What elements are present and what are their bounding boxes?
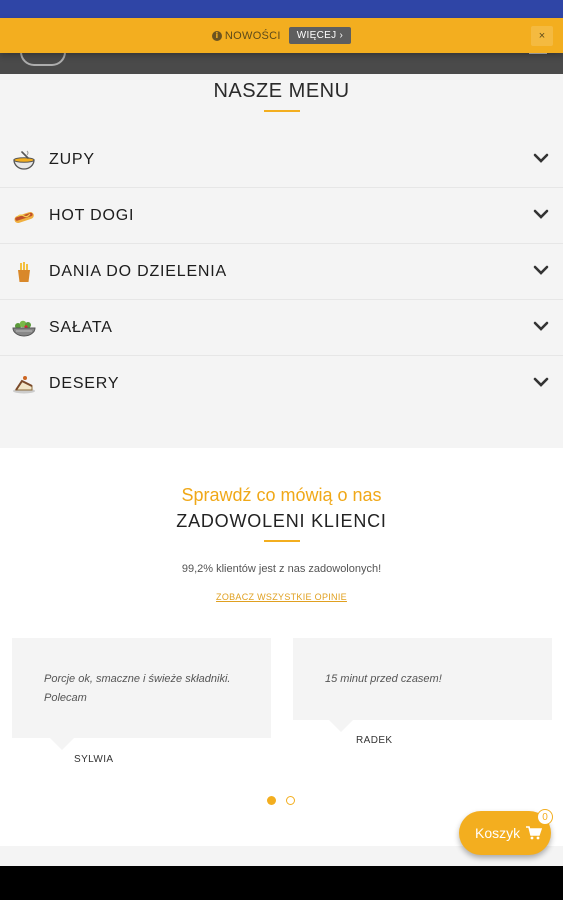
salad-bowl-icon bbox=[12, 320, 36, 336]
review-text: Porcje ok, smaczne i świeże składniki. P… bbox=[44, 673, 231, 704]
card-tail bbox=[329, 720, 353, 732]
category-dania-do-dzielenia[interactable]: DANIA DO DZIELENIA bbox=[0, 244, 563, 300]
chevron-down-icon[interactable] bbox=[533, 264, 549, 276]
fries-icon bbox=[18, 261, 30, 282]
news-bar: i NOWOŚCI WIĘCEJ › × bbox=[0, 18, 563, 53]
chevron-down-icon[interactable] bbox=[533, 152, 549, 164]
carousel-dot-1[interactable] bbox=[267, 796, 276, 805]
category-label: ZUPY bbox=[49, 150, 95, 168]
hot-dog-icon bbox=[14, 211, 34, 223]
info-icon: i bbox=[211, 30, 222, 41]
cart-button[interactable]: Koszyk 0 bbox=[459, 809, 553, 855]
carousel-dot-2[interactable] bbox=[286, 796, 295, 805]
category-label: HOT DOGI bbox=[49, 206, 135, 224]
satisfaction-stat: 99,2% klientów jest z nas zadowolonych! bbox=[181, 563, 382, 575]
category-zupy[interactable]: ZUPY bbox=[0, 132, 563, 188]
menu-section: NASZE MENU ZUPY HOT DOGI DANIA DO DZIELE… bbox=[0, 74, 563, 446]
category-label: DESERY bbox=[49, 375, 120, 392]
review-author: SYLWIA bbox=[74, 754, 114, 765]
chevron-down-icon[interactable] bbox=[533, 376, 549, 388]
cart-icon bbox=[526, 826, 543, 840]
category-desery[interactable]: DESERY bbox=[0, 356, 563, 412]
all-reviews-link[interactable]: ZOBACZ WSZYSTKIE OPINIE bbox=[0, 592, 563, 602]
reviews-section: Sprawdź co mówią o nas ZADOWOLENI KLIENC… bbox=[0, 448, 563, 846]
review-author: RADEK bbox=[356, 735, 393, 746]
more-news-button[interactable]: WIĘCEJ › bbox=[288, 27, 352, 44]
card-tail bbox=[50, 738, 74, 750]
category-hot-dogi[interactable]: HOT DOGI bbox=[0, 188, 563, 244]
review-card: 15 minut przed czasem! bbox=[293, 638, 552, 732]
cart-count-badge: 0 bbox=[537, 809, 553, 825]
category-salata[interactable]: SAŁATA bbox=[0, 300, 563, 356]
reviews-subtitle: Sprawdź co mówią o nas bbox=[181, 485, 382, 505]
status-bar bbox=[0, 0, 563, 18]
title-underline bbox=[264, 110, 300, 112]
review-card: Porcje ok, smaczne i świeże składniki. P… bbox=[12, 638, 271, 750]
menu-title: NASZE MENU bbox=[213, 80, 350, 102]
chevron-down-icon[interactable] bbox=[533, 320, 549, 332]
chevron-down-icon[interactable] bbox=[533, 208, 549, 220]
cart-label: Koszyk bbox=[475, 825, 521, 841]
reviews-title: ZADOWOLENI KLIENCI bbox=[176, 511, 387, 531]
category-label: SAŁATA bbox=[49, 318, 113, 336]
soup-bowl-icon bbox=[13, 150, 35, 170]
category-label: DANIA DO DZIELENIA bbox=[49, 262, 227, 280]
logo[interactable] bbox=[20, 52, 66, 66]
news-label: NOWOŚCI bbox=[224, 29, 281, 42]
close-news-button[interactable]: × bbox=[531, 26, 553, 46]
review-text: 15 minut przed czasem! bbox=[325, 673, 442, 685]
dessert-icon bbox=[13, 376, 35, 394]
title-underline bbox=[264, 540, 300, 542]
system-navigation-bar bbox=[0, 866, 563, 900]
